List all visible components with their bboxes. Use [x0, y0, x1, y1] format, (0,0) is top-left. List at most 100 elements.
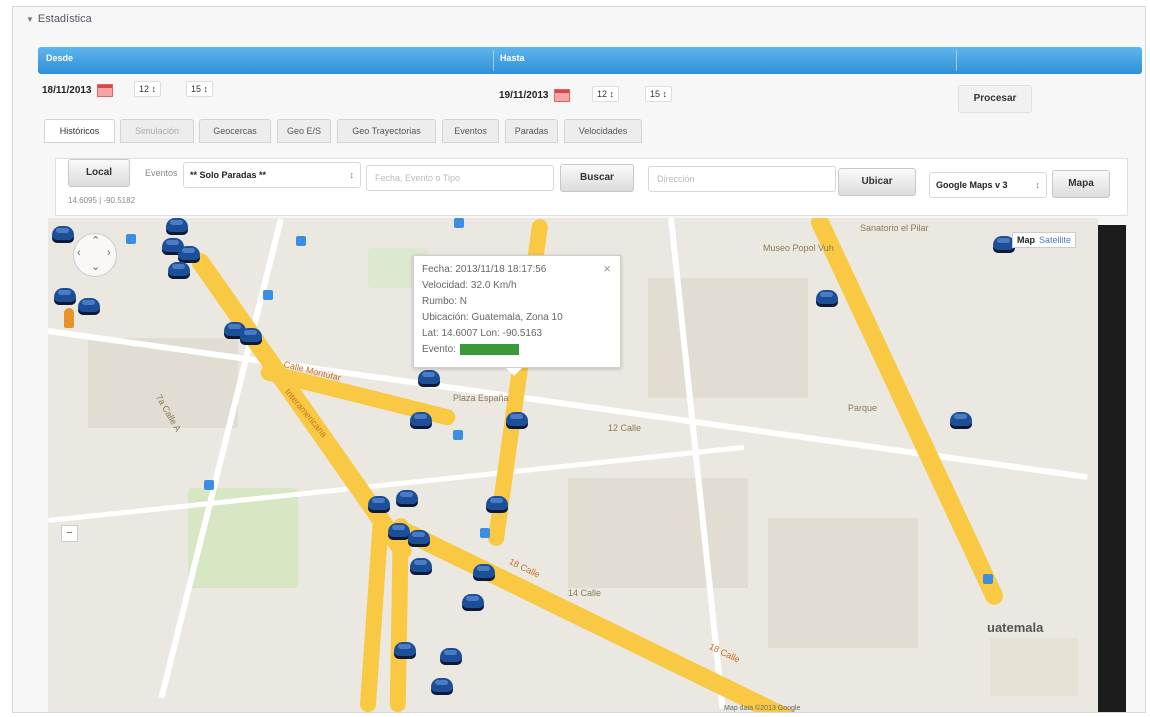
- city-block: [568, 478, 748, 588]
- city-block: [648, 278, 808, 398]
- tab-geo-trayectorias[interactable]: Geo Trayectorias: [337, 119, 436, 143]
- vehicle-marker-icon[interactable]: [473, 564, 495, 578]
- poi-marker-icon[interactable]: [454, 218, 464, 228]
- collapse-triangle-icon[interactable]: ▼: [26, 15, 34, 24]
- to-minute-value: 15: [650, 89, 661, 99]
- from-minute-select[interactable]: 15 ↕: [186, 81, 214, 97]
- spinner-arrows-icon: ↕: [662, 89, 668, 99]
- vehicle-marker-icon[interactable]: [408, 530, 430, 544]
- vehicle-marker-icon[interactable]: [486, 496, 508, 510]
- tab-paradas[interactable]: Paradas: [505, 119, 558, 143]
- map-edge-strip: [1098, 225, 1126, 712]
- tab-geocercas[interactable]: Geocercas: [199, 119, 271, 143]
- calendar-icon[interactable]: [96, 84, 113, 97]
- poi-marker-icon[interactable]: [296, 236, 306, 246]
- street-label: Sanatorio el Pilar: [860, 223, 929, 233]
- vehicle-marker-icon[interactable]: [410, 558, 432, 572]
- vehicle-marker-icon[interactable]: [78, 298, 100, 312]
- map-attribution: Map data ©2013 Google: [724, 705, 801, 712]
- poi-marker-icon[interactable]: [453, 430, 463, 440]
- to-hour-value: 12: [597, 89, 608, 99]
- vehicle-marker-icon[interactable]: [410, 412, 432, 426]
- vehicle-marker-icon[interactable]: [240, 328, 262, 342]
- vehicle-marker-icon[interactable]: [394, 642, 416, 656]
- vehicle-marker-icon[interactable]: [178, 246, 200, 260]
- map-type-map[interactable]: Map: [1017, 235, 1035, 245]
- section-header[interactable]: ▼ Estadística: [26, 13, 92, 25]
- calendar-icon[interactable]: [553, 89, 570, 102]
- map-type-control[interactable]: Map Satellite: [1012, 232, 1077, 248]
- process-button[interactable]: Procesar: [958, 85, 1032, 113]
- vehicle-marker-icon[interactable]: [168, 262, 190, 276]
- spinner-arrows-icon: ↕: [609, 89, 615, 99]
- close-icon[interactable]: ×: [603, 261, 611, 276]
- spinner-arrows-icon: ↕: [203, 84, 209, 94]
- map-button[interactable]: Mapa: [1052, 170, 1110, 198]
- pan-right-icon[interactable]: ›: [107, 247, 111, 259]
- from-hour-value: 12: [139, 84, 150, 94]
- address-input[interactable]: Dirección: [648, 166, 836, 192]
- tab-historicos[interactable]: Históricos: [44, 119, 115, 143]
- eventos-select[interactable]: ** Solo Paradas ** ↕: [183, 162, 361, 188]
- street-label: Interamericana: [282, 386, 330, 440]
- tab-geo-es[interactable]: Geo E/S: [277, 119, 331, 143]
- highway-road: [359, 518, 389, 712]
- evento-label: Evento:: [422, 344, 456, 355]
- street-view-pegman-icon[interactable]: [64, 308, 74, 328]
- vehicle-marker-icon[interactable]: [52, 226, 74, 240]
- vehicle-marker-icon[interactable]: [368, 496, 390, 510]
- to-date-field[interactable]: 19/11/2013: [499, 89, 570, 102]
- tab-velocidades[interactable]: Velocidades: [564, 119, 642, 143]
- vehicle-info-window: × Fecha: 2013/11/18 18:17:56 Velocidad: …: [413, 255, 621, 376]
- search-button[interactable]: Buscar: [560, 164, 634, 192]
- info-latlon: Lat: 14.6007 Lon: -90.5163: [422, 328, 543, 339]
- vehicle-marker-icon[interactable]: [166, 218, 188, 232]
- vehicle-marker-icon[interactable]: [462, 594, 484, 608]
- pan-left-icon[interactable]: ‹: [77, 247, 81, 259]
- poi-marker-icon[interactable]: [983, 574, 993, 584]
- pan-down-icon[interactable]: ⌄: [91, 260, 100, 273]
- vehicle-marker-icon[interactable]: [431, 678, 453, 692]
- street-label: 12 Calle: [608, 423, 642, 433]
- to-date-value: 19/11/2013: [499, 90, 549, 102]
- select-arrow-icon: ↕: [349, 170, 355, 180]
- map-type-satellite[interactable]: Satellite: [1039, 235, 1071, 245]
- street-label: 18 Calle: [707, 641, 742, 665]
- vehicle-marker-icon[interactable]: [816, 290, 838, 304]
- street-label: 14 Calle: [568, 588, 602, 598]
- eventos-label: Eventos: [145, 168, 178, 178]
- from-minute-value: 15: [191, 84, 202, 94]
- poi-marker-icon[interactable]: [480, 528, 490, 538]
- vehicle-marker-icon[interactable]: [54, 288, 76, 302]
- locate-button[interactable]: Ubicar: [838, 168, 916, 196]
- poi-marker-icon[interactable]: [126, 234, 136, 244]
- from-hour-select[interactable]: 12 ↕: [134, 81, 162, 97]
- street-label: Parque: [848, 403, 878, 413]
- tab-simulacion[interactable]: Simulación: [120, 119, 194, 143]
- divider: [956, 50, 957, 71]
- search-input[interactable]: Fecha, Evento o Tipo: [366, 165, 554, 191]
- to-hour-select[interactable]: 12 ↕: [592, 86, 620, 102]
- map-provider-select[interactable]: Google Maps v 3 ↕: [929, 172, 1047, 198]
- vehicle-marker-icon[interactable]: [388, 523, 410, 537]
- from-date-field[interactable]: 18/11/2013: [42, 84, 113, 97]
- to-minute-select[interactable]: 15 ↕: [645, 86, 673, 102]
- to-label: Hasta: [500, 53, 525, 63]
- poi-marker-icon[interactable]: [263, 290, 273, 300]
- local-button[interactable]: Local: [68, 159, 130, 187]
- from-date-value: 18/11/2013: [42, 85, 92, 97]
- coordinates-readout: 14.6095 | -90.5182: [68, 196, 136, 205]
- poi-marker-icon[interactable]: [204, 480, 214, 490]
- vehicle-marker-icon[interactable]: [950, 412, 972, 426]
- vehicle-marker-icon[interactable]: [396, 490, 418, 504]
- info-evento: Evento: Movimiento: [422, 344, 520, 355]
- zoom-out-button[interactable]: −: [61, 525, 78, 542]
- city-label: uatemala: [987, 620, 1044, 635]
- pan-up-icon[interactable]: ⌃: [91, 234, 100, 247]
- vehicle-marker-icon[interactable]: [440, 648, 462, 662]
- tab-eventos[interactable]: Eventos: [442, 119, 499, 143]
- street-label: Museo Popol Vuh: [763, 243, 834, 253]
- pan-control[interactable]: ⌃ ‹ › ⌄: [73, 233, 117, 277]
- vehicle-marker-icon[interactable]: [506, 412, 528, 426]
- vehicle-marker-icon[interactable]: [418, 370, 440, 384]
